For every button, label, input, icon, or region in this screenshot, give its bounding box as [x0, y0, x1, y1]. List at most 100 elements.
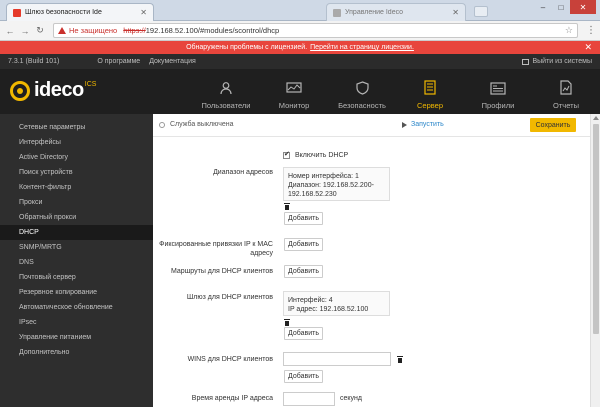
nav-security[interactable]: Безопасность — [328, 69, 396, 114]
add-gateway-button[interactable]: Добавить — [284, 327, 323, 340]
sidebar-item-snmp[interactable]: SNMP/MRTG — [0, 240, 153, 255]
sidebar-item-proxy[interactable]: Прокси — [0, 195, 153, 210]
dhcp-settings-panel: Служба выключена Запустить Сохранить Вкл… — [153, 114, 590, 407]
service-status: Служба выключена — [159, 121, 234, 128]
sidebar-item-additional[interactable]: Дополнительно — [0, 345, 153, 360]
main-nav: Пользователи Монитор Безопасность Сервер… — [192, 69, 600, 114]
sidebar-item-dns[interactable]: DNS — [0, 255, 153, 270]
nav-reports-label: Отчеты — [553, 101, 579, 110]
sidebar-item-power[interactable]: Управление питанием — [0, 330, 153, 345]
tab-title: Управление Ideco — [345, 9, 403, 16]
server-icon — [424, 80, 436, 95]
sidebar-item-auto-update[interactable]: Автоматическое обновление — [0, 300, 153, 315]
logo-sup: ICS — [84, 81, 97, 88]
divider — [153, 136, 590, 137]
tab-title: Шлюз безопасности Ide — [25, 9, 102, 16]
forward-icon[interactable]: → — [19, 25, 31, 37]
wins-label: WINS для DHCP клиентов — [187, 356, 273, 363]
reload-icon[interactable]: ↻ — [34, 25, 46, 37]
enable-dhcp-label: Включить DHCP — [295, 152, 349, 159]
trash-icon[interactable] — [397, 356, 403, 363]
close-window-button[interactable]: ✕ — [570, 0, 596, 14]
lease-time-input[interactable] — [283, 392, 335, 406]
logout-link[interactable]: Выйти из системы — [522, 58, 592, 65]
logout-label: Выйти из системы — [532, 58, 592, 65]
app-header: ideco ICS Пользователи Монитор Безопасно… — [0, 69, 600, 114]
status-dot-icon — [159, 121, 165, 128]
profile-icon — [490, 82, 506, 95]
start-label: Запустить — [411, 121, 444, 128]
sidebar: Сетевые параметры Интерфейсы Active Dire… — [0, 114, 153, 407]
sidebar-item-dhcp[interactable]: DHCP — [0, 225, 153, 240]
add-static-binding-button[interactable]: Добавить — [284, 238, 323, 251]
range-value: Диапазон: 192.168.52.200- — [288, 182, 374, 189]
warning-icon — [58, 27, 66, 34]
minimize-button[interactable]: – — [534, 0, 552, 14]
banner-text: Обнаружены проблемы с лицензией. — [186, 44, 308, 51]
nav-profiles[interactable]: Профили — [464, 69, 532, 114]
logo-text: ideco — [34, 79, 84, 101]
start-service-link[interactable]: Запустить — [402, 121, 444, 128]
save-button[interactable]: Сохранить — [530, 118, 576, 132]
browser-menu-icon[interactable]: ⋮ — [586, 25, 596, 36]
nav-reports[interactable]: Отчеты — [532, 69, 600, 114]
banner-close-icon[interactable]: ✕ — [584, 42, 592, 53]
logo-icon — [10, 80, 30, 101]
report-icon — [560, 80, 572, 95]
favicon-icon — [333, 8, 341, 17]
nav-profiles-label: Профили — [481, 101, 515, 110]
back-icon[interactable]: ← — [4, 25, 16, 37]
enable-dhcp-row: Включить DHCP — [283, 150, 349, 159]
nav-security-label: Безопасность — [338, 101, 386, 110]
enable-dhcp-checkbox[interactable] — [283, 150, 290, 159]
range-label: Диапазон адресов — [213, 169, 273, 176]
scroll-up-icon[interactable] — [593, 116, 599, 120]
sidebar-item-backup[interactable]: Резервное копирование — [0, 285, 153, 300]
maximize-button[interactable]: □ — [552, 0, 570, 14]
range-entry: Номер интерфейса: 1 Диапазон: 192.168.52… — [283, 167, 390, 201]
sidebar-item-content-filter[interactable]: Контент-фильтр — [0, 180, 153, 195]
docs-link[interactable]: Документация — [149, 58, 196, 65]
top-info-bar: 7.3.1 (Build 101) О программе Документац… — [0, 54, 600, 69]
routes-label: Маршруты для DHCP клиентов — [171, 268, 273, 275]
gateway-ip: IP адрес: 192.168.52.100 — [288, 306, 369, 313]
add-route-button[interactable]: Добавить — [284, 265, 323, 278]
trash-icon[interactable] — [284, 319, 290, 326]
address-bar: ← → ↻ Не защищено https:// 192.168.52.10… — [0, 21, 600, 41]
favicon-icon — [13, 8, 21, 17]
bookmark-star-icon[interactable]: ☆ — [565, 25, 573, 36]
sidebar-item-mail[interactable]: Почтовый сервер — [0, 270, 153, 285]
monitor-icon — [286, 82, 302, 93]
lease-label: Время аренды IP адреса — [191, 395, 273, 402]
nav-server[interactable]: Сервер — [396, 69, 464, 114]
trash-icon[interactable] — [284, 203, 290, 210]
url-input[interactable]: Не защищено https:// 192.168.52.100/#mod… — [53, 23, 578, 38]
static-bindings-label: Фиксированные привязки IP к MAC адресу — [153, 240, 273, 258]
nav-users[interactable]: Пользователи — [192, 69, 260, 114]
window-controls: – □ ✕ — [534, 0, 596, 14]
gateway-entry: Интерфейс: 4 IP адрес: 192.168.52.100 — [283, 291, 390, 316]
sidebar-item-ipsec[interactable]: IPsec — [0, 315, 153, 330]
users-icon — [220, 82, 232, 95]
about-link[interactable]: О программе — [97, 58, 140, 65]
scroll-thumb[interactable] — [593, 124, 599, 334]
sidebar-item-active-directory[interactable]: Active Directory — [0, 150, 153, 165]
browser-tab-active[interactable]: Шлюз безопасности Ide ✕ — [6, 3, 154, 21]
browser-tab-inactive[interactable]: Управление Ideco ✕ — [326, 3, 466, 21]
new-tab-button[interactable] — [474, 6, 488, 17]
add-range-button[interactable]: Добавить — [284, 212, 323, 225]
scrollbar[interactable] — [590, 114, 600, 407]
lease-suffix: секунд — [340, 395, 362, 402]
sidebar-item-interfaces[interactable]: Интерфейсы — [0, 135, 153, 150]
sidebar-item-network[interactable]: Сетевые параметры — [0, 120, 153, 135]
wins-input[interactable] — [283, 352, 391, 366]
nav-server-label: Сервер — [416, 101, 443, 110]
nav-monitor[interactable]: Монитор — [260, 69, 328, 114]
add-wins-button[interactable]: Добавить — [284, 370, 323, 383]
sidebar-item-reverse-proxy[interactable]: Обратный прокси — [0, 210, 153, 225]
tab-close-icon[interactable]: ✕ — [452, 8, 459, 17]
ideco-logo[interactable]: ideco ICS — [10, 79, 96, 102]
tab-close-icon[interactable]: ✕ — [140, 8, 147, 17]
license-page-link[interactable]: Перейти на страницу лицензии. — [310, 44, 414, 51]
sidebar-item-device-search[interactable]: Поиск устройств — [0, 165, 153, 180]
